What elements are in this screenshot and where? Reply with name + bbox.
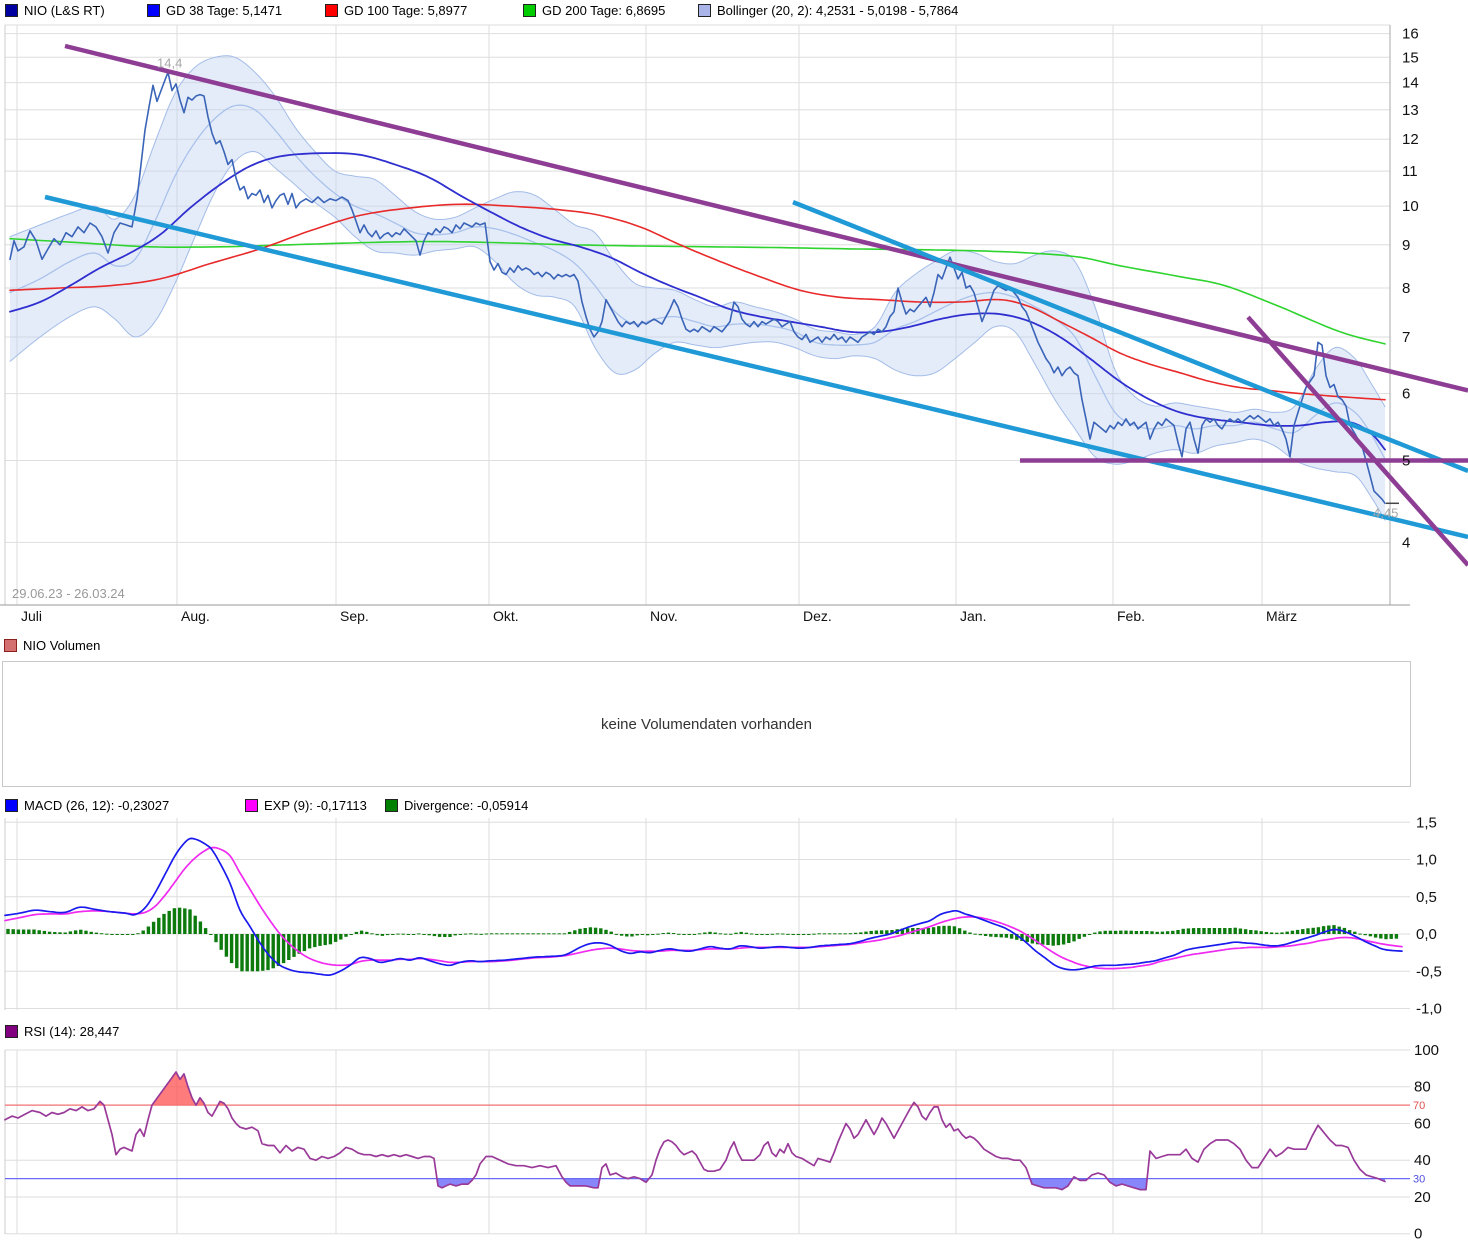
svg-text:1,0: 1,0	[1416, 852, 1437, 869]
macd-chart-canvas: 1,5 1,0 0,5 0,0 -0,5 -1,0	[4, 814, 1442, 1016]
svg-text:Okt.: Okt.	[493, 608, 519, 624]
gd100-swatch-icon	[325, 3, 338, 17]
macd-swatch-icon	[5, 798, 18, 812]
legend-label: GD 100 Tage: 5,8977	[344, 2, 468, 18]
svg-text:1,5: 1,5	[1416, 814, 1437, 831]
svg-text:Juli: Juli	[21, 608, 42, 624]
svg-text:60: 60	[1414, 1116, 1431, 1133]
svg-text:-0,5: -0,5	[1416, 963, 1442, 980]
legend-item-nio: NIO (L&S RT)	[5, 2, 105, 18]
svg-text:4,45: 4,45	[1373, 505, 1398, 520]
legend-item-divergence: Divergence: -0,05914	[385, 797, 529, 813]
svg-text:29.06.23 - 26.03.24: 29.06.23 - 26.03.24	[12, 586, 125, 601]
svg-text:12: 12	[1402, 131, 1419, 148]
legend-label: Divergence: -0,05914	[404, 797, 529, 813]
svg-text:0,5: 0,5	[1416, 889, 1437, 906]
svg-text:4: 4	[1402, 534, 1410, 551]
nio-swatch-icon	[5, 3, 18, 17]
svg-text:-1,0: -1,0	[1416, 1001, 1442, 1016]
legend-item-bollinger: Bollinger (20, 2): 4,2531 - 5,0198 - 5,7…	[698, 2, 959, 18]
bollinger-swatch-icon	[698, 3, 711, 17]
legend-item-rsi: RSI (14): 28,447	[5, 1023, 120, 1039]
svg-text:80: 80	[1414, 1079, 1431, 1096]
svg-text:8: 8	[1402, 280, 1410, 297]
svg-text:5: 5	[1402, 453, 1410, 470]
legend-item-exp: EXP (9): -0,17113	[245, 797, 367, 813]
divergence-swatch-icon	[385, 798, 398, 812]
legend-label: NIO (L&S RT)	[24, 2, 105, 18]
svg-text:13: 13	[1402, 102, 1419, 119]
svg-text:Aug.: Aug.	[181, 608, 210, 624]
svg-text:0,0: 0,0	[1416, 926, 1437, 943]
price-chart-canvas: 14,4 4,45 4 5 6 7 8 9 10 11 12 13 14 15 16 Juli Aug. Sep.…	[0, 24, 1468, 624]
svg-text:Sep.: Sep.	[340, 608, 369, 624]
svg-text:70: 70	[1413, 1100, 1425, 1112]
svg-text:30: 30	[1413, 1174, 1425, 1186]
svg-text:7: 7	[1402, 329, 1410, 346]
chart-page: NIO (L&S RT) GD 38 Tage: 5,1471 GD 100 T…	[0, 0, 1468, 1249]
svg-text:40: 40	[1414, 1152, 1431, 1169]
legend-label: EXP (9): -0,17113	[264, 797, 367, 813]
svg-text:6: 6	[1402, 386, 1410, 403]
svg-text:Jan.: Jan.	[960, 608, 986, 624]
svg-text:16: 16	[1402, 26, 1419, 43]
legend-item-volume: NIO Volumen	[4, 637, 101, 653]
legend-label: MACD (26, 12): -0,23027	[24, 797, 170, 813]
svg-text:11: 11	[1402, 163, 1418, 180]
gd200-swatch-icon	[523, 3, 536, 17]
rsi-chart-canvas: 100 80 60 40 20 0 70 30	[4, 1043, 1439, 1243]
legend-item-macd: MACD (26, 12): -0,23027	[5, 797, 170, 813]
rsi-swatch-icon	[5, 1024, 18, 1038]
legend-label: GD 200 Tage: 6,8695	[542, 2, 666, 18]
svg-text:15: 15	[1402, 49, 1419, 66]
volume-swatch-icon	[4, 638, 17, 652]
svg-text:14,4: 14,4	[157, 55, 182, 70]
svg-text:Nov.: Nov.	[650, 608, 678, 624]
volume-panel: keine Volumendaten vorhanden	[2, 661, 1411, 787]
legend-item-gd38: GD 38 Tage: 5,1471	[147, 2, 283, 18]
svg-text:9: 9	[1402, 237, 1410, 254]
legend-item-gd200: GD 200 Tage: 6,8695	[523, 2, 666, 18]
svg-text:14: 14	[1402, 75, 1419, 92]
exp-swatch-icon	[245, 798, 258, 812]
svg-text:10: 10	[1402, 198, 1419, 215]
gd38-swatch-icon	[147, 3, 160, 17]
no-volume-message: keine Volumendaten vorhanden	[601, 715, 812, 733]
legend-label: Bollinger (20, 2): 4,2531 - 5,0198 - 5,7…	[717, 2, 959, 18]
svg-text:Feb.: Feb.	[1117, 608, 1145, 624]
legend-label: RSI (14): 28,447	[24, 1023, 120, 1039]
legend-item-gd100: GD 100 Tage: 5,8977	[325, 2, 468, 18]
legend-label: NIO Volumen	[23, 637, 101, 653]
svg-text:100: 100	[1414, 1043, 1439, 1059]
svg-text:März: März	[1266, 608, 1297, 624]
legend-label: GD 38 Tage: 5,1471	[166, 2, 283, 18]
svg-text:20: 20	[1414, 1189, 1431, 1206]
svg-text:Dez.: Dez.	[803, 608, 832, 624]
svg-text:0: 0	[1414, 1226, 1422, 1243]
